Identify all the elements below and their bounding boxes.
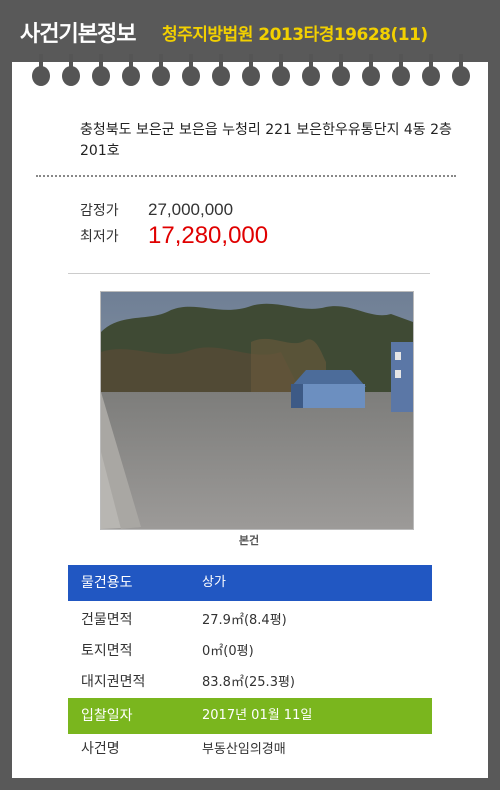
binder-ring-icon	[392, 54, 410, 86]
binder-ring-icon	[452, 54, 470, 86]
info-card: 충청북도 보은군 보은읍 누청리 221 보은한우유통단지 4동 2층 201호…	[12, 54, 488, 778]
minimum-price-value: 17,280,000	[148, 222, 269, 249]
bid-date-label: 입찰일자	[81, 708, 133, 724]
property-photo[interactable]: 본건	[68, 273, 430, 547]
usage-row: 물건용도 상가	[68, 565, 432, 601]
binder-ring-icon	[32, 54, 50, 86]
site-right-area-label: 대지권면적	[81, 674, 146, 690]
binder-ring-icon	[242, 54, 260, 86]
case-number: 청주지방법원 2013타경19628(11)	[162, 25, 428, 45]
bid-date-value: 2017년 01월 11일	[202, 708, 313, 723]
photo-caption: 본건	[238, 534, 260, 547]
binder-ring-icon	[182, 54, 200, 86]
case-name-label: 사건명	[81, 741, 120, 757]
binder-ring-icon	[212, 54, 230, 86]
binder-rings	[12, 54, 488, 92]
land-area-value: 0㎡(0평)	[202, 644, 254, 659]
land-area-row: 토지면적 0㎡(0평)	[68, 636, 432, 667]
minimum-price-row: 최저가 17,280,000	[80, 222, 268, 250]
building-area-row: 건물면적 27.9㎡(8.4평)	[68, 605, 432, 636]
binder-ring-icon	[362, 54, 380, 86]
usage-value: 상가	[202, 575, 226, 590]
binder-ring-icon	[122, 54, 140, 86]
case-name-value: 부동산임의경매	[202, 742, 286, 757]
photo-frame	[100, 291, 414, 530]
page-header: 사건기본정보 청주지방법원 2013타경19628(11)	[0, 0, 500, 62]
minimum-price-label: 최저가	[80, 229, 119, 245]
case-name-row: 사건명 부동산임의경매	[68, 734, 432, 765]
building-area-label: 건물면적	[81, 612, 133, 628]
building-area-value: 27.9㎡(8.4평)	[202, 613, 287, 628]
land-area-label: 토지면적	[81, 643, 133, 659]
binder-ring-icon	[92, 54, 110, 86]
property-address: 충청북도 보은군 보은읍 누청리 221 보은한우유통단지 4동 2층 201호	[80, 122, 452, 159]
usage-label: 물건용도	[81, 575, 133, 591]
appraised-price-value: 27,000,000	[148, 200, 234, 219]
binder-ring-icon	[332, 54, 350, 86]
binder-ring-icon	[152, 54, 170, 86]
binder-ring-icon	[302, 54, 320, 86]
property-photo-image	[101, 292, 413, 529]
page-title: 사건기본정보	[20, 22, 136, 47]
appraised-price-row: 감정가 27,000,000	[80, 200, 233, 220]
property-details: 물건용도 상가 건물면적 27.9㎡(8.4평) 토지면적 0㎡(0평) 대지권…	[68, 565, 432, 765]
binder-ring-icon	[422, 54, 440, 86]
bid-date-row: 입찰일자 2017년 01월 11일	[68, 698, 432, 734]
binder-ring-icon	[272, 54, 290, 86]
binder-ring-icon	[62, 54, 80, 86]
appraised-price-label: 감정가	[80, 203, 119, 219]
site-right-area-value: 83.8㎡(25.3평)	[202, 675, 295, 690]
site-right-area-row: 대지권면적 83.8㎡(25.3평)	[68, 667, 432, 698]
dotted-divider	[36, 175, 456, 177]
